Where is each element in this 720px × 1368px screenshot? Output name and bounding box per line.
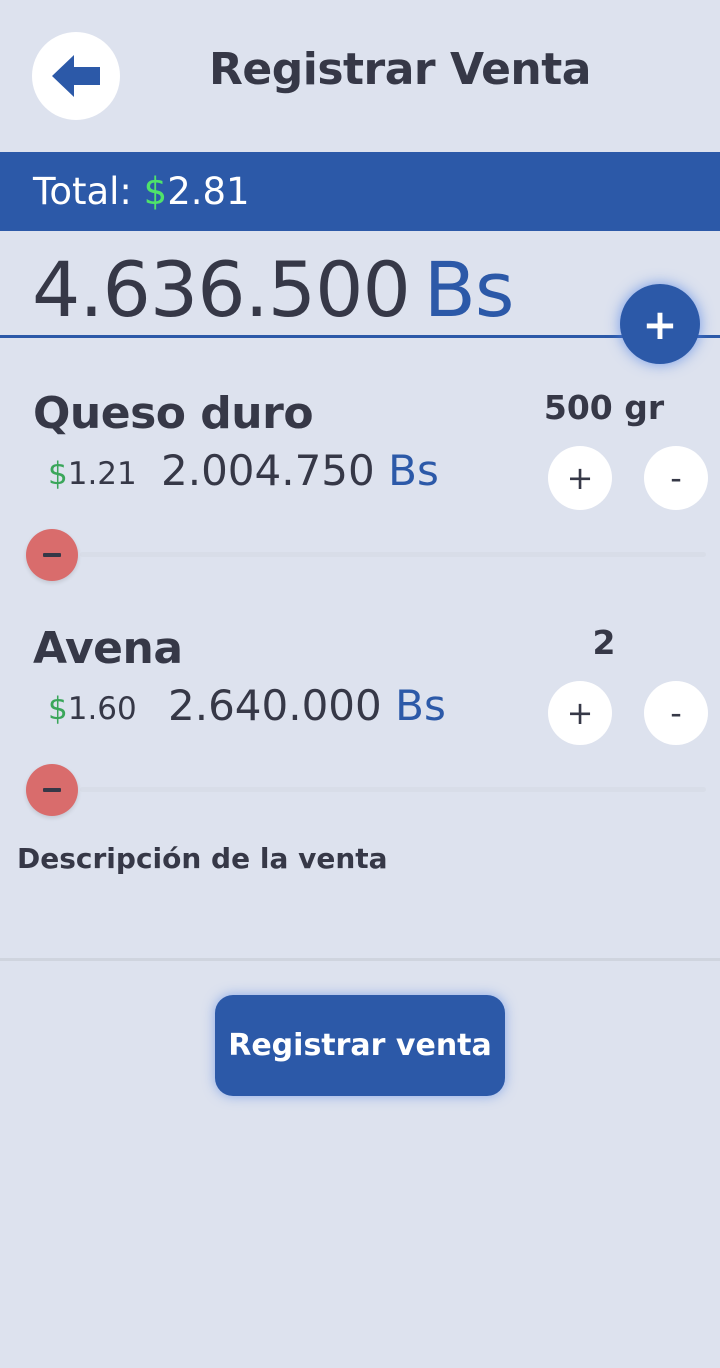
decrease-quantity-button[interactable]: - [644,446,708,510]
total-amount: 2.81 [167,170,250,213]
amount-currency: Bs [423,245,515,334]
item-usd-value: 1.21 [67,456,137,492]
item-bs-amount: 2.004.750 Bs [161,446,439,495]
arrow-left-icon [52,55,100,97]
sale-item: Avena $1.60 2.640.000 Bs 2 + - [0,623,720,823]
minus-icon: - [670,694,682,732]
register-sale-button[interactable]: Registrar venta [215,995,505,1096]
plus-icon: + [566,694,594,732]
amount-value: 4.636.500 [32,245,411,334]
total-label: Total: [33,170,132,213]
minus-icon [43,788,61,792]
page-title: Registrar Venta [209,44,591,95]
item-usd-symbol: $ [48,691,68,727]
description-input[interactable] [0,958,720,961]
total-bar: Total: $2.81 [0,152,720,231]
item-bs-value: 2.004.750 [161,446,375,495]
item-usd-price: $1.21 [48,456,137,492]
plus-icon: + [566,459,594,497]
total-currency-symbol: $ [143,170,168,213]
item-name: Queso duro [33,388,314,439]
item-usd-symbol: $ [48,456,68,492]
increase-quantity-button[interactable]: + [548,681,612,745]
increase-quantity-button[interactable]: + [548,446,612,510]
minus-icon: - [670,459,682,497]
item-divider [80,552,706,557]
item-name: Avena [33,623,183,674]
item-quantity: 2 [592,623,616,662]
sale-item: Queso duro $1.21 2.004.750 Bs 500 gr + - [0,388,720,588]
register-sale-label: Registrar venta [228,1028,492,1063]
item-bs-value: 2.640.000 [168,681,382,730]
remove-item-button[interactable] [26,529,78,581]
item-quantity: 500 gr [543,388,665,427]
item-bs-currency: Bs [388,446,439,495]
add-product-button[interactable]: + [620,284,700,364]
minus-icon [43,553,61,557]
item-divider [80,787,706,792]
back-button[interactable] [32,32,120,120]
item-usd-price: $1.60 [48,691,137,727]
item-usd-value: 1.60 [67,691,137,727]
remove-item-button[interactable] [26,764,78,816]
amount-display: 4.636.500 Bs [32,245,515,334]
decrease-quantity-button[interactable]: - [644,681,708,745]
item-bs-amount: 2.640.000 Bs [168,681,446,730]
amount-input[interactable]: 4.636.500 Bs [0,231,720,338]
plus-icon: + [642,299,678,349]
description-label: Descripción de la venta [17,842,388,875]
item-bs-currency: Bs [395,681,446,730]
